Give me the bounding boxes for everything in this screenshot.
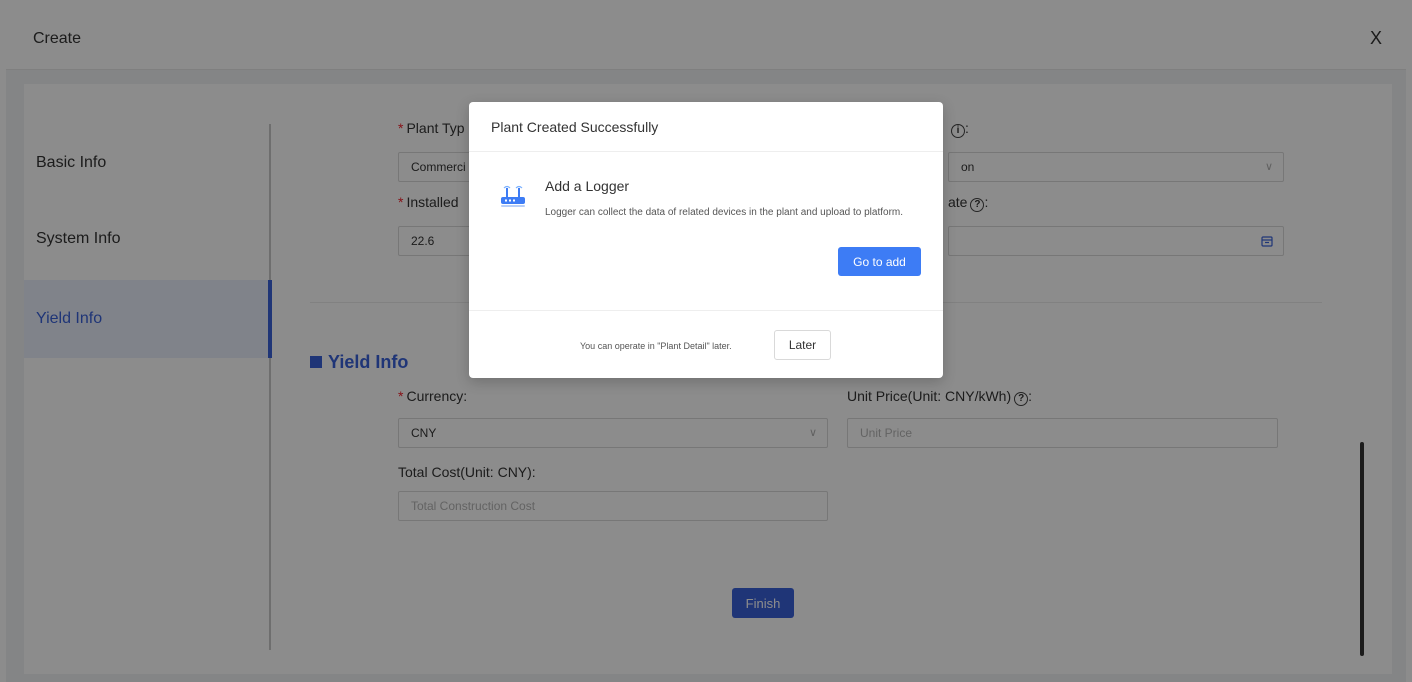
modal-footer: You can operate in "Plant Detail" later.…	[469, 310, 943, 378]
footer-hint: You can operate in "Plant Detail" later.	[580, 341, 732, 351]
router-icon	[501, 185, 525, 207]
logger-description: Logger can collect the data of related d…	[545, 207, 904, 218]
logger-title: Add a Logger	[545, 178, 630, 194]
modal-title: Plant Created Successfully	[491, 119, 659, 135]
later-button[interactable]: Later	[774, 330, 831, 360]
modal-header: Plant Created Successfully	[469, 102, 943, 152]
success-modal: Plant Created Successfully Add a Logger …	[469, 102, 943, 378]
go-to-add-button[interactable]: Go to add	[838, 247, 921, 276]
